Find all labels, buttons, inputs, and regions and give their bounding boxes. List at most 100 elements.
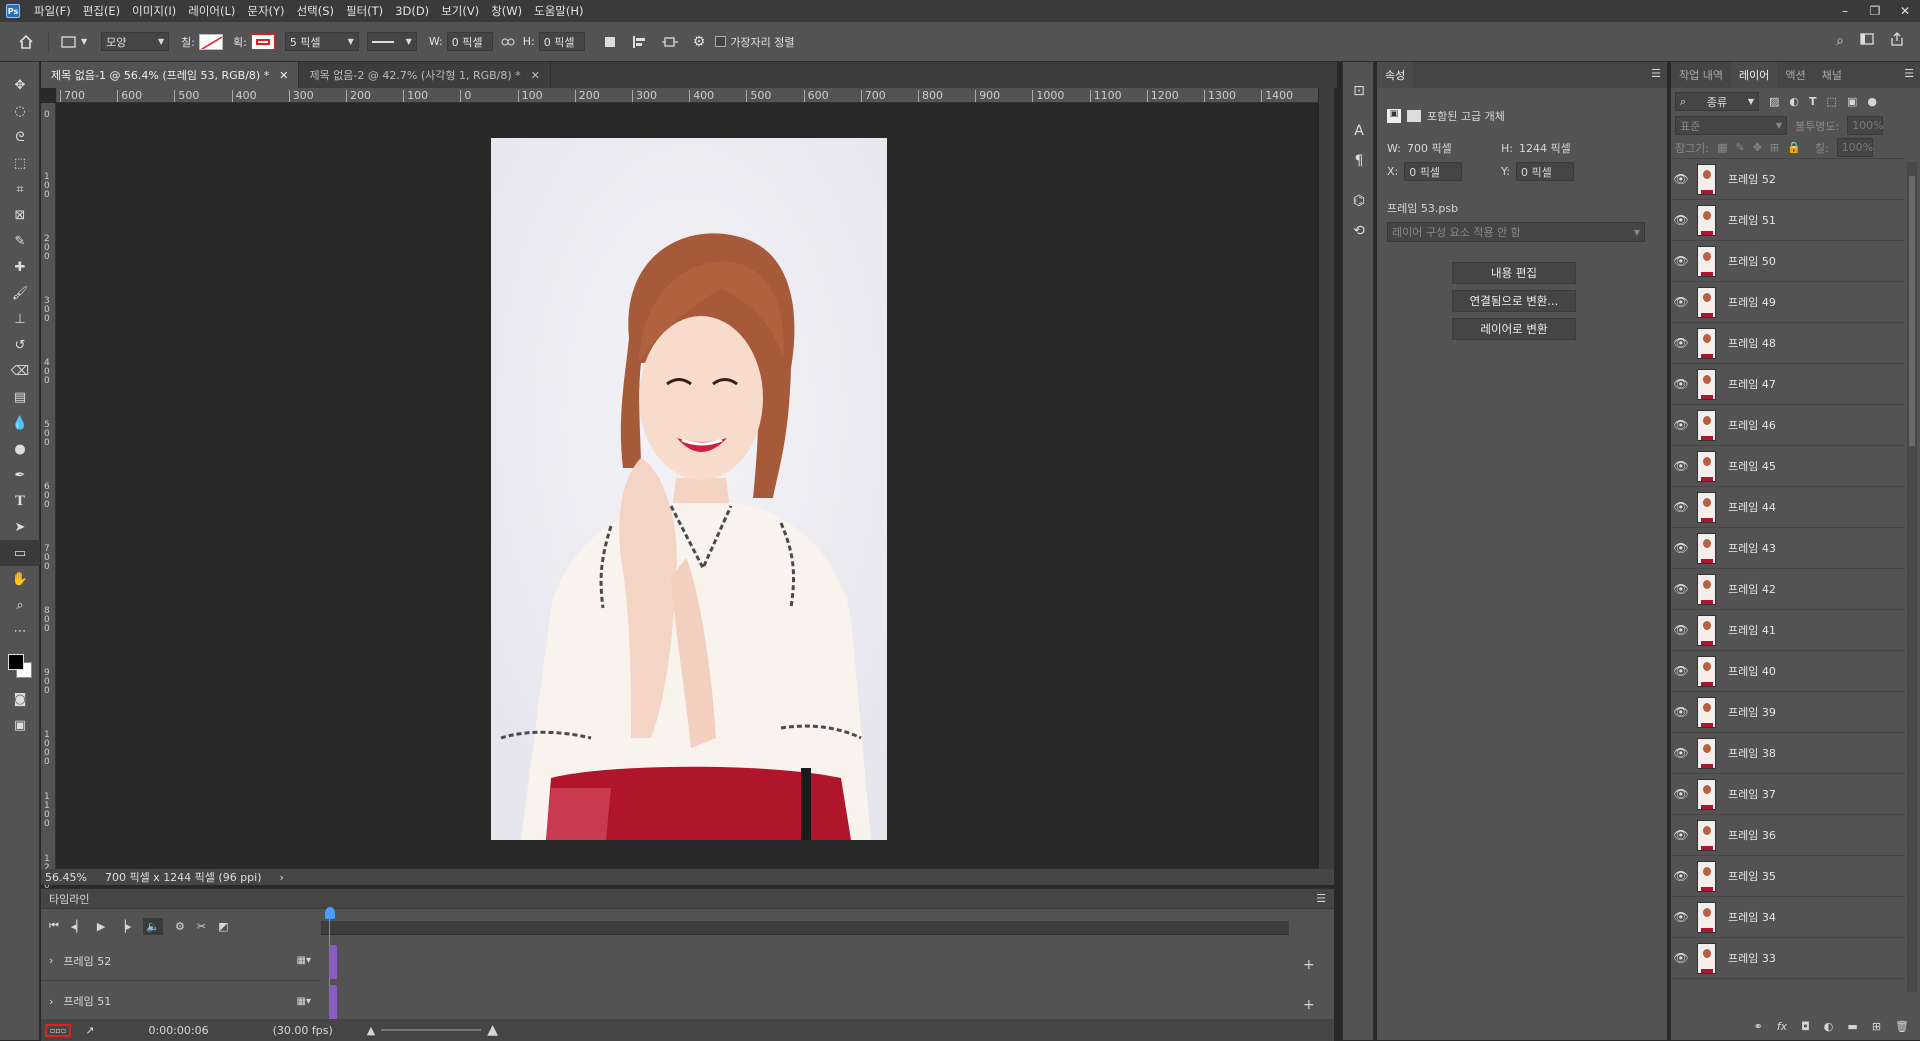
edit-contents-button[interactable]: 내용 편집 bbox=[1452, 262, 1576, 284]
transition-icon[interactable]: ◩ bbox=[218, 920, 228, 933]
new-adjustment-layer-icon[interactable]: ◐ bbox=[1824, 1020, 1834, 1033]
object-selection-tool-icon[interactable]: ⬚ bbox=[0, 150, 40, 176]
tool-preset-picker[interactable]: ▼ bbox=[61, 35, 87, 48]
chevron-right-icon[interactable]: › bbox=[280, 871, 284, 884]
move-tool-icon[interactable]: ✥ bbox=[0, 72, 40, 98]
clone-stamp-tool-icon[interactable]: ⊥ bbox=[0, 306, 40, 332]
link-icon[interactable] bbox=[501, 37, 515, 47]
fill-swatch[interactable] bbox=[198, 33, 223, 50]
quick-mask-icon[interactable]: ◙ bbox=[0, 686, 40, 712]
tab-document-2[interactable]: 제목 없음-2 @ 42.7% (사각형 1, RGB/8) * ✕ bbox=[299, 62, 551, 88]
visibility-eye-icon[interactable]: 👁 bbox=[1671, 336, 1691, 350]
layer-row[interactable]: 👁 프레임 50 bbox=[1671, 241, 1905, 282]
blur-tool-icon[interactable]: 💧 bbox=[0, 410, 40, 436]
layer-row[interactable]: 👁 프레임 42 bbox=[1671, 569, 1905, 610]
history-icon[interactable]: ⟲ bbox=[1343, 216, 1375, 246]
visibility-eye-icon[interactable]: 👁 bbox=[1671, 746, 1691, 760]
time-ruler[interactable] bbox=[321, 921, 1289, 935]
film-icon[interactable]: ▦▾ bbox=[297, 955, 311, 966]
gear-icon[interactable]: ⚙ bbox=[693, 34, 706, 50]
visibility-eye-icon[interactable]: 👁 bbox=[1671, 869, 1691, 883]
layer-row[interactable]: 👁 프레임 46 bbox=[1671, 405, 1905, 446]
layer-row[interactable]: 👁 프레임 41 bbox=[1671, 610, 1905, 651]
y-position-field[interactable]: 0 픽셀 bbox=[1515, 162, 1574, 181]
fill-opacity-field[interactable]: 100% bbox=[1836, 138, 1873, 157]
mask-icon[interactable] bbox=[1407, 110, 1421, 122]
filter-type-icon[interactable]: T bbox=[1809, 95, 1817, 108]
expand-track-icon[interactable]: › bbox=[49, 995, 53, 1008]
visibility-eye-icon[interactable]: 👁 bbox=[1671, 172, 1691, 186]
x-position-field[interactable]: 0 픽셀 bbox=[1404, 162, 1463, 181]
menu-view[interactable]: 보기(V) bbox=[435, 0, 485, 22]
close-icon[interactable]: ✕ bbox=[531, 69, 540, 82]
paths-icon[interactable]: ⌬ bbox=[1343, 186, 1375, 216]
film-icon[interactable]: ▦▾ bbox=[297, 996, 311, 1007]
filter-toggle-icon[interactable]: ● bbox=[1867, 95, 1877, 108]
close-icon[interactable]: ✕ bbox=[279, 69, 288, 82]
layer-row[interactable]: 👁 프레임 34 bbox=[1671, 897, 1905, 938]
more-tools-icon[interactable]: ⋯ bbox=[0, 618, 40, 644]
eraser-tool-icon[interactable]: ⌫ bbox=[0, 358, 40, 384]
lock-all-icon[interactable]: 🔒 bbox=[1787, 141, 1801, 154]
zoom-slider[interactable]: ▲ ▲ bbox=[367, 1022, 498, 1038]
home-icon[interactable] bbox=[18, 34, 34, 50]
path-selection-tool-icon[interactable]: ➤ bbox=[0, 514, 40, 540]
tab-channels[interactable]: 채널 bbox=[1814, 62, 1850, 88]
visibility-eye-icon[interactable]: 👁 bbox=[1671, 459, 1691, 473]
zoom-level[interactable]: 56.45% bbox=[45, 871, 87, 884]
workspace-icon[interactable] bbox=[1860, 33, 1874, 48]
render-video-icon[interactable]: ↗ bbox=[85, 1024, 94, 1037]
trash-icon[interactable]: 🗑 bbox=[1895, 1020, 1909, 1033]
convert-to-frame-animation-icon[interactable]: ▫▫▫ bbox=[45, 1023, 72, 1037]
stroke-type-dropdown[interactable]: ▼ bbox=[366, 32, 417, 51]
menu-select[interactable]: 선택(S) bbox=[291, 0, 340, 22]
lock-position-icon[interactable]: ✥ bbox=[1753, 141, 1762, 154]
learn-icon[interactable]: ⊡ bbox=[1343, 76, 1375, 106]
height-field[interactable]: 0 픽셀 bbox=[538, 32, 585, 51]
color-swatches[interactable] bbox=[0, 644, 39, 686]
filter-smart-object-icon[interactable]: ▣ bbox=[1847, 95, 1857, 108]
shape-mode-dropdown[interactable]: 모양 ▼ bbox=[101, 32, 170, 51]
visibility-eye-icon[interactable]: 👁 bbox=[1671, 418, 1691, 432]
layer-row[interactable]: 👁 프레임 52 bbox=[1671, 159, 1905, 200]
layer-row[interactable]: 👁 프레임 48 bbox=[1671, 323, 1905, 364]
width-field[interactable]: 0 픽셀 bbox=[446, 32, 493, 51]
layer-row[interactable]: 👁 프레임 33 bbox=[1671, 938, 1905, 979]
expand-track-icon[interactable]: › bbox=[49, 954, 53, 967]
type-tool-icon[interactable]: T bbox=[0, 488, 40, 514]
path-alignment-icon[interactable] bbox=[631, 35, 647, 49]
panel-menu-icon[interactable]: ☰ bbox=[1316, 892, 1326, 905]
link-layers-icon[interactable]: ⚭ bbox=[1753, 1020, 1762, 1033]
stroke-swatch[interactable] bbox=[250, 33, 275, 50]
history-brush-tool-icon[interactable]: ↺ bbox=[0, 332, 40, 358]
share-icon[interactable] bbox=[1890, 32, 1904, 49]
zoom-tool-icon[interactable]: ⌕ bbox=[0, 592, 40, 618]
previous-frame-icon[interactable]: ◂▏ bbox=[71, 920, 85, 933]
visibility-eye-icon[interactable]: 👁 bbox=[1671, 582, 1691, 596]
opacity-field[interactable]: 100% bbox=[1847, 116, 1884, 135]
menu-layer[interactable]: 레이어(L) bbox=[182, 0, 241, 22]
close-icon[interactable]: ✕ bbox=[1890, 0, 1920, 22]
visibility-eye-icon[interactable]: 👁 bbox=[1671, 910, 1691, 924]
dodge-tool-icon[interactable]: ● bbox=[0, 436, 40, 462]
path-arrangement-icon[interactable] bbox=[661, 35, 679, 49]
filter-kind-dropdown[interactable]: ⌕ 종류 ▼ bbox=[1675, 92, 1759, 111]
convert-to-linked-button[interactable]: 연결됨으로 변환... bbox=[1452, 290, 1576, 312]
character-icon[interactable]: A bbox=[1343, 116, 1375, 146]
layer-row[interactable]: 👁 프레임 40 bbox=[1671, 651, 1905, 692]
visibility-eye-icon[interactable]: 👁 bbox=[1671, 377, 1691, 391]
go-to-first-frame-icon[interactable]: ⏮ bbox=[49, 919, 59, 933]
layer-row[interactable]: 👁 프레임 43 bbox=[1671, 528, 1905, 569]
play-icon[interactable]: ▶ bbox=[97, 920, 105, 933]
visibility-eye-icon[interactable]: 👁 bbox=[1671, 254, 1691, 268]
panel-menu-icon[interactable]: ☰ bbox=[1904, 67, 1914, 80]
timeline-clip[interactable] bbox=[329, 985, 337, 1019]
timeline-clip[interactable] bbox=[329, 945, 337, 979]
healing-brush-tool-icon[interactable]: ✚ bbox=[0, 254, 40, 280]
visibility-eye-icon[interactable]: 👁 bbox=[1671, 664, 1691, 678]
layer-row[interactable]: 👁 프레임 38 bbox=[1671, 733, 1905, 774]
tab-actions[interactable]: 액션 bbox=[1777, 62, 1813, 88]
canvas-area[interactable] bbox=[57, 104, 1319, 868]
hand-tool-icon[interactable]: ✋ bbox=[0, 566, 40, 592]
frame-tool-icon[interactable]: ⊠ bbox=[0, 202, 40, 228]
